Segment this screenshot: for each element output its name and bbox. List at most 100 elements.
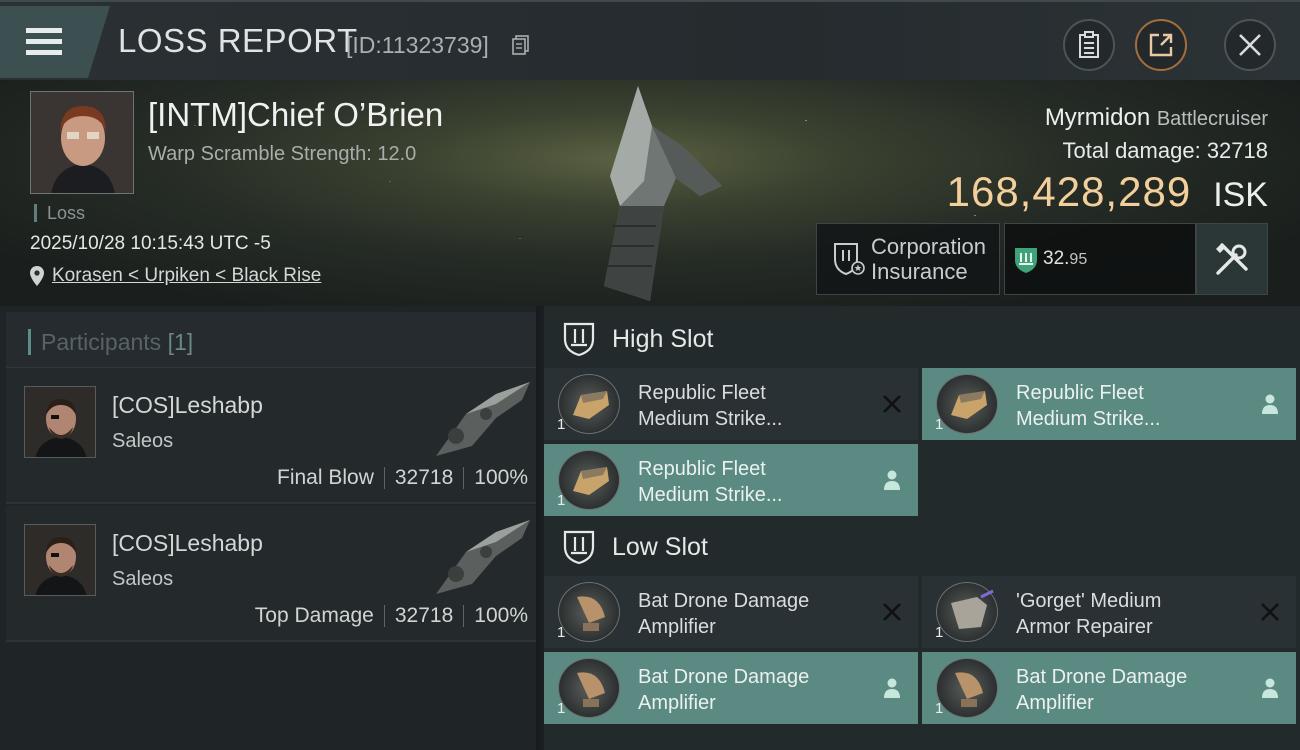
ship-name: Myrmidon <box>1044 104 1151 131</box>
low-slot-module[interactable]: 1 Bat Drone Damage Amplifier <box>922 652 1296 724</box>
high-slot-module[interactable]: 1 Republic Fleet Medium Strike... <box>922 368 1296 440</box>
fitting-button[interactable] <box>1196 223 1268 295</box>
high-slot-module[interactable]: 1 Republic Fleet Medium Strike... <box>544 368 918 440</box>
module-name: Bat Drone Damage Amplifier <box>638 590 810 638</box>
module-quantity: 1 <box>557 492 566 509</box>
location-pin-icon <box>30 266 44 286</box>
participant-ship-image <box>436 382 530 456</box>
participants-panel: Participants [1] [COS]Leshabp Saleos Fin… <box>0 306 540 750</box>
dropped-person-icon <box>884 678 900 698</box>
location-link[interactable]: Korasen < Urpiken < Black Rise <box>30 265 321 287</box>
slot-shield-icon <box>563 322 595 357</box>
close-button[interactable] <box>1224 19 1276 71</box>
total-damage: Total damage: 32718 <box>1062 138 1268 164</box>
module-name: 'Gorget' Medium Armor Repairer <box>1016 590 1162 638</box>
participants-count: [1] <box>167 329 194 355</box>
participants-label: Participants <box>41 329 162 355</box>
isk-value: 168,428,289 <box>946 168 1192 215</box>
total-damage-value: 32718 <box>1206 138 1268 163</box>
participant-portrait-image <box>25 387 95 457</box>
participant-role: Final Blow <box>277 466 374 489</box>
high-slot-label: High Slot <box>612 324 714 353</box>
dropped-person-icon <box>1262 678 1278 698</box>
module-quantity: 1 <box>935 416 944 433</box>
participant-damage: 32718 <box>394 604 454 627</box>
drone-amplifier-icon <box>558 582 620 642</box>
security-shield-icon <box>1015 248 1037 273</box>
low-slot-label: Low Slot <box>612 532 708 561</box>
participant-row[interactable]: [COS]Leshabp Saleos Top Damage 32718 100… <box>6 506 536 642</box>
participant-percent: 100% <box>474 466 528 489</box>
report-id: [ID:11323739] <box>346 32 489 58</box>
insurance-button[interactable]: Corporation Insurance <box>816 223 1000 295</box>
participant-ship: Saleos <box>112 430 174 452</box>
title-bar: LOSS REPORT [ID:11323739] <box>0 0 1300 80</box>
participant-portrait-image <box>25 525 95 595</box>
ship-class: Battlecruiser <box>1156 108 1268 130</box>
menu-button[interactable] <box>0 6 110 78</box>
security-main: 32. <box>1043 248 1070 269</box>
module-quantity: 1 <box>935 700 944 717</box>
strike-launcher-icon <box>558 450 620 510</box>
participant-stats: Top Damage 32718 100% <box>255 604 528 628</box>
share-button[interactable] <box>1135 19 1187 71</box>
close-icon <box>1239 34 1261 56</box>
armor-repairer-icon <box>936 582 998 642</box>
kill-datetime: 2025/10/28 10:15:43 UTC -5 <box>30 233 271 254</box>
drone-amplifier-icon <box>936 658 998 718</box>
low-slot-module[interactable]: 1 Bat Drone Damage Amplifier <box>544 652 918 724</box>
module-name: Bat Drone Damage Amplifier <box>638 666 810 714</box>
module-quantity: 1 <box>557 624 566 641</box>
destroyed-x-icon <box>883 603 901 621</box>
strike-launcher-icon <box>936 374 998 434</box>
high-slot-header: High Slot <box>544 308 1300 370</box>
participant-ship: Saleos <box>112 568 174 590</box>
insurance-line2: Insurance <box>871 259 968 284</box>
participant-percent: 100% <box>474 604 528 627</box>
drone-amplifier-icon <box>558 658 620 718</box>
victim-portrait[interactable] <box>30 91 134 194</box>
module-name: Republic Fleet Medium Strike... <box>1016 382 1161 430</box>
victim-name: [INTM]Chief O’Brien <box>148 96 444 133</box>
module-name: Bat Drone Damage Amplifier <box>1016 666 1188 714</box>
copy-icon[interactable] <box>512 35 530 55</box>
loss-tag: Loss <box>34 204 85 222</box>
participant-damage: 32718 <box>394 466 454 489</box>
ship-type: Myrmidon Battlecruiser <box>1045 104 1268 132</box>
character-portrait-image <box>31 92 133 193</box>
slot-shield-icon <box>563 530 595 565</box>
participant-name: [COS]Leshabp <box>112 530 263 556</box>
participant-row[interactable]: [COS]Leshabp Saleos Final Blow 32718 100… <box>6 368 536 504</box>
page-title: LOSS REPORT <box>118 22 358 59</box>
dropped-person-icon <box>884 470 900 490</box>
participant-avatar[interactable] <box>24 386 96 458</box>
module-name: Republic Fleet Medium Strike... <box>638 458 783 506</box>
participant-avatar[interactable] <box>24 524 96 596</box>
security-small: 95 <box>1069 251 1088 268</box>
low-slot-header: Low Slot <box>544 516 1300 578</box>
total-damage-label: Total damage: <box>1062 138 1201 163</box>
module-quantity: 1 <box>557 416 566 433</box>
warp-scramble-strength: Warp Scramble Strength: 12.0 <box>148 143 417 165</box>
high-slot-module[interactable]: 1 Republic Fleet Medium Strike... <box>544 444 918 516</box>
dropped-person-icon <box>1262 394 1278 414</box>
clipboard-button[interactable] <box>1063 19 1115 71</box>
destroyed-x-icon <box>883 395 901 413</box>
low-slot-module[interactable]: 1 'Gorget' Medium Armor Repairer <box>922 576 1296 648</box>
participants-header[interactable]: Participants [1] <box>6 312 536 368</box>
module-quantity: 1 <box>557 700 566 717</box>
isk-loss: 168,428,289 ISK <box>947 168 1268 216</box>
participant-ship-image <box>436 520 530 594</box>
ship-render <box>604 86 722 301</box>
low-slot-module[interactable]: 1 Bat Drone Damage Amplifier <box>544 576 918 648</box>
participant-role: Top Damage <box>254 604 374 627</box>
module-quantity: 1 <box>935 624 944 641</box>
wrench-icon <box>1216 243 1248 275</box>
strike-launcher-icon <box>558 374 620 434</box>
insurance-line1: Corporation <box>871 234 986 259</box>
participant-name: [COS]Leshabp <box>112 392 263 418</box>
victim-summary: [INTM]Chief O’Brien Warp Scramble Streng… <box>0 80 1300 306</box>
share-icon <box>1149 33 1173 57</box>
isk-unit: ISK <box>1213 176 1268 214</box>
participant-stats: Final Blow 32718 100% <box>277 466 528 490</box>
